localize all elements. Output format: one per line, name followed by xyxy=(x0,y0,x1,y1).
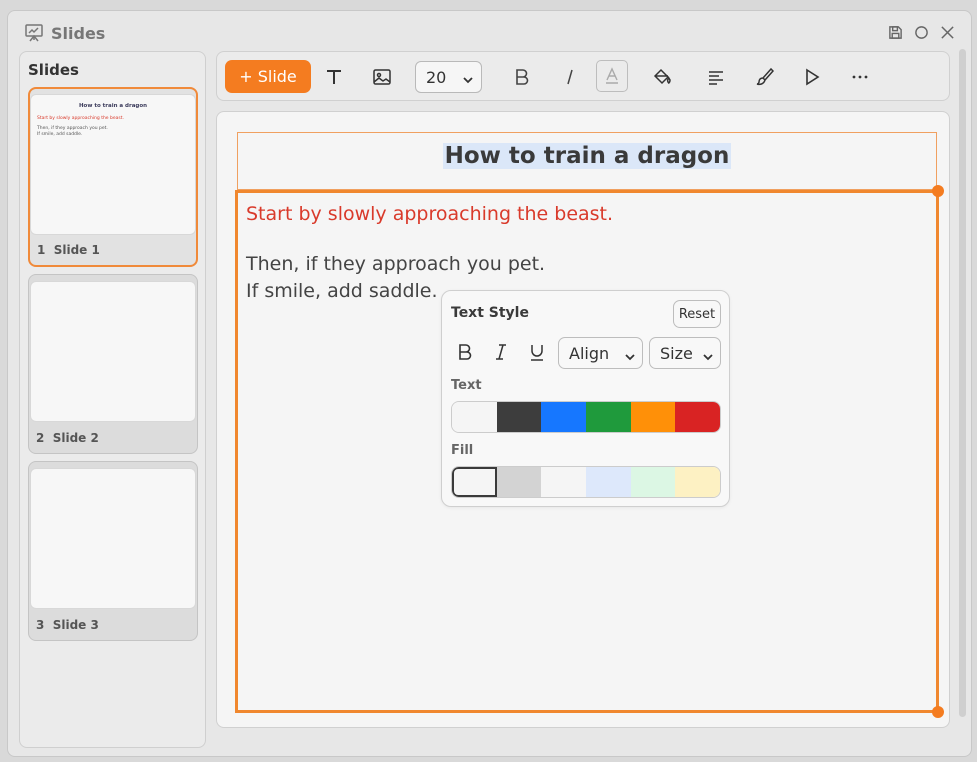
fill-color-swatch[interactable] xyxy=(586,467,631,497)
resize-handle-top-right[interactable] xyxy=(932,185,944,197)
bold-button[interactable] xyxy=(452,339,478,365)
underline-button[interactable] xyxy=(524,339,550,365)
chevron-down-icon xyxy=(463,71,473,90)
align-icon[interactable] xyxy=(701,62,731,92)
slide-title[interactable]: How to train a dragon xyxy=(442,143,732,169)
italic-icon[interactable] xyxy=(555,62,585,92)
image-icon[interactable] xyxy=(367,62,397,92)
fill-color-swatch[interactable] xyxy=(496,467,542,497)
slide-number: 1 xyxy=(37,243,46,257)
slide-number: 3 xyxy=(36,618,45,632)
slide-label: 1 Slide 1 xyxy=(37,243,100,257)
body-line-2[interactable]: If smile, add saddle. xyxy=(246,280,438,302)
fill-color-swatch[interactable] xyxy=(630,467,676,497)
popover-title: Text Style xyxy=(451,305,529,321)
slide-name: Slide 3 xyxy=(52,618,99,632)
chevron-down-icon xyxy=(703,348,713,367)
chevron-down-icon xyxy=(625,348,635,367)
slide-thumbnail-2[interactable]: 2 Slide 2 xyxy=(28,274,198,454)
window-title: Slides xyxy=(51,24,106,43)
font-size-value: 20 xyxy=(426,67,447,87)
fill-color-swatches xyxy=(451,466,721,498)
circle-icon[interactable] xyxy=(912,23,930,41)
slide-label: 2 Slide 2 xyxy=(36,431,99,445)
brush-icon[interactable] xyxy=(749,62,779,92)
text-color-swatch[interactable] xyxy=(541,402,587,432)
slide-label: 3 Slide 3 xyxy=(36,618,99,632)
text-color-swatch[interactable] xyxy=(496,402,542,432)
more-icon[interactable] xyxy=(845,62,875,92)
slide-title-wrap: How to train a dragon xyxy=(238,143,936,169)
presentation-icon xyxy=(24,23,44,43)
size-select[interactable]: Size xyxy=(649,337,721,369)
slide-name: Slide 2 xyxy=(52,431,99,445)
font-size-select[interactable]: 20 xyxy=(415,61,482,93)
body-line-1[interactable]: Then, if they approach you pet. xyxy=(246,253,545,275)
slide-number: 2 xyxy=(36,431,45,445)
text-color-swatch[interactable] xyxy=(452,402,497,432)
preview-title: How to train a dragon xyxy=(78,103,148,109)
slide-preview xyxy=(30,468,196,609)
fill-color-swatch-selected[interactable] xyxy=(452,467,497,497)
slide-preview: How to train a dragon Start by slowly ap… xyxy=(30,94,196,235)
text-color-swatch[interactable] xyxy=(675,402,720,432)
slide-thumbnail-1[interactable]: How to train a dragon Start by slowly ap… xyxy=(28,87,198,267)
slides-sidebar: Slides How to train a dragon Start by sl… xyxy=(19,51,206,748)
title-bar: Slides xyxy=(8,11,971,51)
toolbar: + Slide 20 xyxy=(216,51,950,101)
preview-red-line: Start by slowly approaching the beast. xyxy=(37,116,124,121)
preview-body: Then, if they approach you pet. If smile… xyxy=(37,126,108,138)
slide-name: Slide 1 xyxy=(53,243,100,257)
preview-line-2: If smile, add saddle. xyxy=(37,132,83,137)
align-select[interactable]: Align xyxy=(558,337,643,369)
reset-button[interactable]: Reset xyxy=(673,300,721,328)
text-color-label: Text xyxy=(451,378,482,393)
text-color-swatch[interactable] xyxy=(630,402,676,432)
fill-color-swatch[interactable] xyxy=(675,467,720,497)
text-tool-icon[interactable] xyxy=(319,62,349,92)
body-red-line[interactable]: Start by slowly approaching the beast. xyxy=(246,203,613,225)
text-color-icon[interactable] xyxy=(596,60,628,92)
italic-button[interactable] xyxy=(488,339,514,365)
scrollbar-thumb[interactable] xyxy=(959,49,966,717)
size-select-value: Size xyxy=(660,343,693,363)
slide-title-box[interactable]: How to train a dragon xyxy=(237,132,937,190)
sidebar-title: Slides xyxy=(28,61,79,79)
slide-preview xyxy=(30,281,196,422)
bold-icon[interactable] xyxy=(507,62,537,92)
text-color-swatches xyxy=(451,401,721,433)
fill-color-swatch[interactable] xyxy=(541,467,587,497)
play-icon[interactable] xyxy=(797,62,827,92)
fill-color-label: Fill xyxy=(451,443,474,458)
text-style-popover: Text Style Reset Align Size Text Fill xyxy=(441,290,730,507)
text-color-swatch[interactable] xyxy=(586,402,631,432)
save-icon[interactable] xyxy=(886,23,904,41)
slide-thumbnail-3[interactable]: 3 Slide 3 xyxy=(28,461,198,641)
resize-handle-bottom-right[interactable] xyxy=(932,706,944,718)
close-icon[interactable] xyxy=(938,23,956,41)
fill-bucket-icon[interactable] xyxy=(647,62,677,92)
align-select-value: Align xyxy=(569,343,610,363)
add-slide-button[interactable]: + Slide xyxy=(225,60,311,93)
